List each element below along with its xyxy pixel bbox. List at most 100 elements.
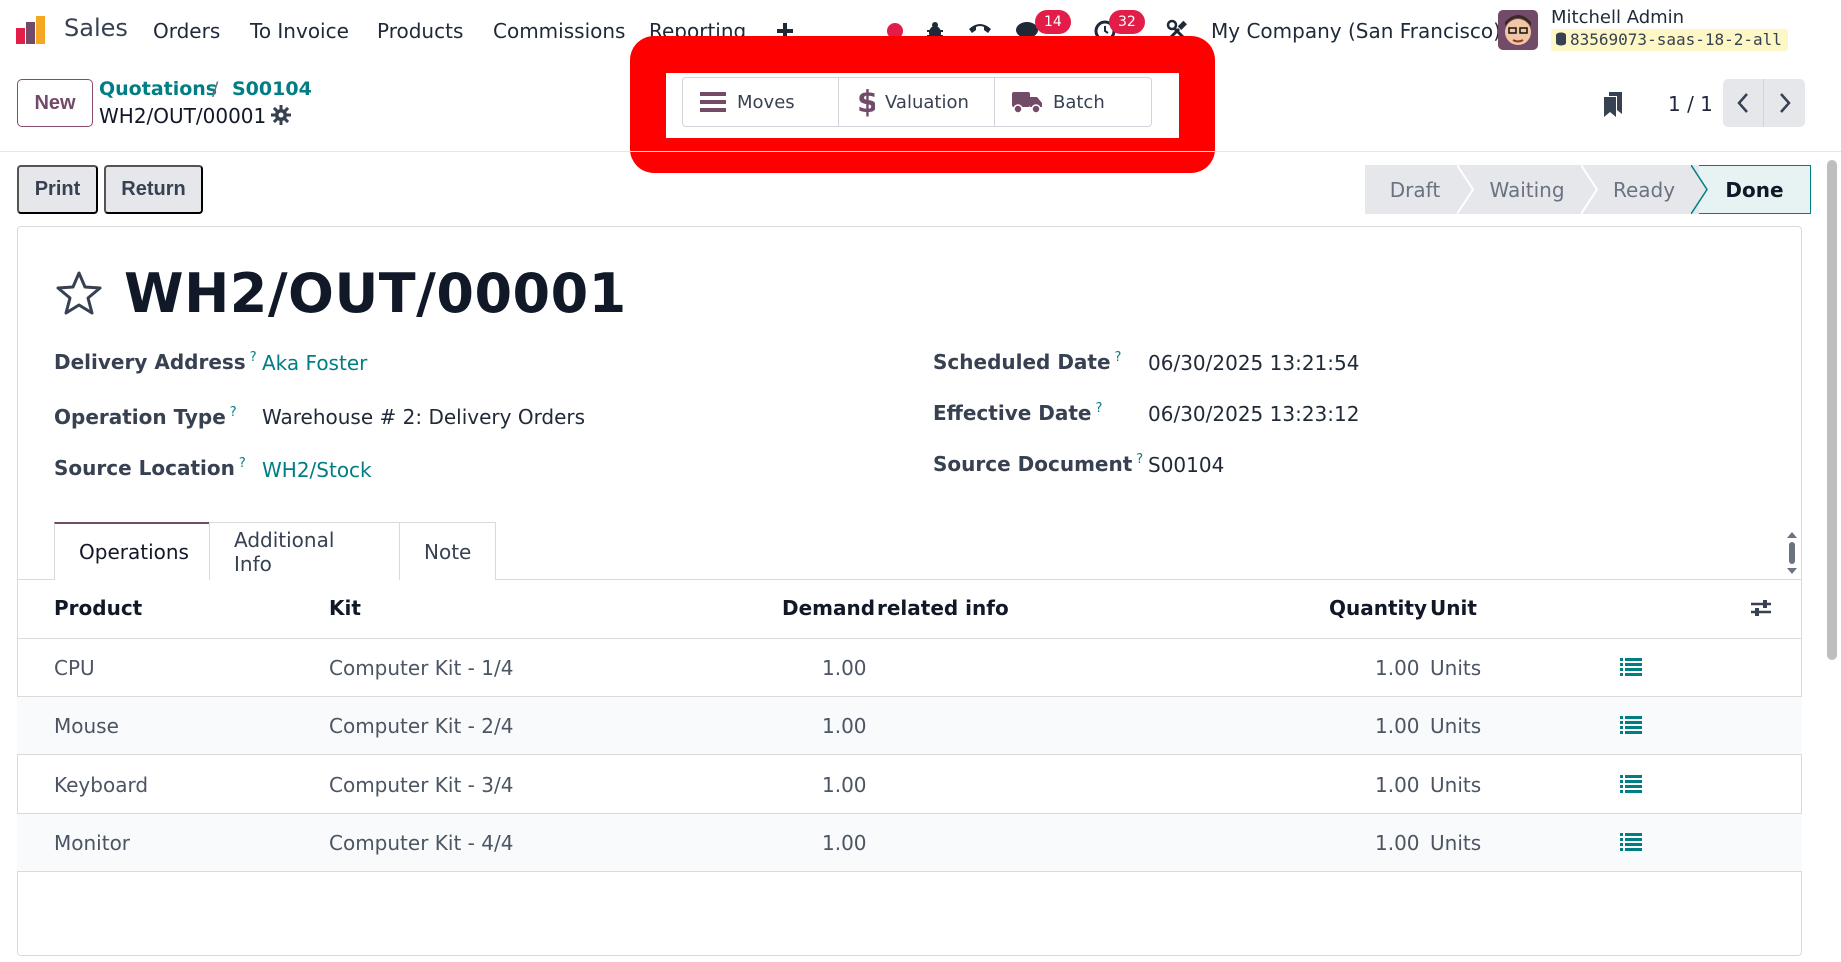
tab-operations[interactable]: Operations: [54, 522, 210, 580]
cell-demand: 1.00: [822, 831, 867, 855]
cell-quantity: 1.00: [1375, 831, 1420, 855]
help-tooltip-icon[interactable]: ?: [1096, 401, 1103, 416]
cell-kit: Computer Kit - 1/4: [329, 656, 514, 680]
batch-label: Batch: [1053, 91, 1105, 113]
cell-unit: Units: [1430, 831, 1482, 855]
gear-icon[interactable]: [270, 104, 292, 126]
menu-commissions[interactable]: Commissions: [493, 19, 625, 43]
effective-date-value: 06/30/2025 13:23:12: [1148, 402, 1360, 426]
inner-scrollbar[interactable]: [1787, 532, 1797, 574]
column-header-kit[interactable]: Kit: [329, 596, 361, 620]
operation-type-value: Warehouse # 2: Delivery Orders: [262, 405, 586, 429]
scheduled-date-value: 06/30/2025 13:21:54: [1148, 351, 1360, 375]
tab-additional-info[interactable]: Additional Info: [209, 522, 400, 580]
page-scrollbar[interactable]: [1827, 160, 1837, 660]
menu-products[interactable]: Products: [377, 19, 463, 43]
source-location-value[interactable]: WH2/Stock: [262, 458, 372, 482]
print-button[interactable]: Print: [17, 165, 98, 214]
details-list-icon[interactable]: [1619, 773, 1643, 795]
app-name[interactable]: Sales: [64, 14, 128, 42]
delivery-address-label-text: Delivery Address: [54, 350, 246, 374]
status-arrow-divider: [1691, 165, 1708, 214]
cell-kit: Computer Kit - 4/4: [329, 831, 514, 855]
column-header-related-info[interactable]: related info: [877, 596, 1009, 620]
optional-columns-icon[interactable]: [1749, 598, 1773, 618]
menu-orders[interactable]: Orders: [153, 19, 220, 43]
cell-product: Keyboard: [54, 773, 149, 797]
source-document-label-text: Source Document: [933, 452, 1133, 476]
status-done[interactable]: Done: [1699, 165, 1811, 214]
status-ready[interactable]: Ready: [1589, 165, 1699, 214]
help-tooltip-icon[interactable]: ?: [1136, 452, 1143, 467]
cell-product: Monitor: [54, 831, 131, 855]
column-header-product[interactable]: Product: [54, 596, 142, 620]
breadcrumb-order[interactable]: S00104: [232, 78, 312, 100]
user-avatar[interactable]: [1498, 10, 1538, 50]
cell-quantity: 1.00: [1375, 656, 1420, 680]
cell-quantity: 1.00: [1375, 773, 1420, 797]
delivery-address-value[interactable]: Aka Foster: [262, 351, 367, 375]
pager-next-button[interactable]: [1764, 79, 1805, 127]
moves-smart-button[interactable]: Moves: [683, 78, 839, 126]
column-header-quantity[interactable]: Quantity: [1329, 596, 1427, 620]
batch-smart-button[interactable]: Batch: [995, 78, 1151, 126]
new-button[interactable]: New: [17, 79, 93, 127]
user-name[interactable]: Mitchell Admin: [1551, 7, 1684, 28]
breadcrumb-separator: /: [212, 78, 219, 100]
help-tooltip-icon[interactable]: ?: [250, 350, 257, 365]
source-document-label: Source Document?: [933, 452, 1143, 476]
dollar-icon: $: [857, 86, 875, 118]
scheduled-date-label: Scheduled Date?: [933, 350, 1121, 374]
help-tooltip-icon[interactable]: ?: [239, 456, 246, 471]
record-title: WH2/OUT/00001: [124, 262, 627, 325]
status-draft[interactable]: Draft: [1365, 165, 1465, 214]
control-panel-divider: [0, 151, 1841, 152]
list-bars-icon: [700, 92, 726, 112]
cell-product: Mouse: [54, 714, 119, 738]
svg-text:$: $: [857, 86, 875, 118]
sales-app-icon[interactable]: [14, 14, 50, 46]
operation-type-label-text: Operation Type: [54, 405, 226, 429]
star-icon[interactable]: [54, 270, 104, 316]
row-divider: [17, 754, 1802, 755]
row-divider: [17, 871, 1802, 872]
chevron-right-icon: [1779, 93, 1791, 113]
menu-to-invoice[interactable]: To Invoice: [250, 19, 349, 43]
cell-quantity: 1.00: [1375, 714, 1420, 738]
pager-buttons: [1723, 79, 1805, 127]
activities-badge: 32: [1109, 10, 1145, 34]
bookmark-icon[interactable]: [1602, 90, 1626, 118]
details-list-icon[interactable]: [1619, 831, 1643, 853]
status-arrow-divider: [1457, 165, 1475, 214]
source-location-label-text: Source Location: [54, 456, 235, 480]
chevron-left-icon: [1737, 93, 1748, 113]
breadcrumb-current-record: WH2/OUT/00001: [99, 104, 267, 128]
column-header-demand[interactable]: Demand: [782, 596, 875, 620]
help-tooltip-icon[interactable]: ?: [1115, 350, 1122, 365]
cell-unit: Units: [1430, 714, 1482, 738]
pager-previous-button[interactable]: [1723, 79, 1764, 127]
details-list-icon[interactable]: [1619, 656, 1643, 678]
cell-demand: 1.00: [822, 656, 867, 680]
column-header-unit[interactable]: Unit: [1430, 596, 1477, 620]
cell-unit: Units: [1430, 773, 1482, 797]
cell-unit: Units: [1430, 656, 1482, 680]
truck-icon: [1012, 92, 1042, 114]
status-waiting[interactable]: Waiting: [1465, 165, 1589, 214]
details-list-icon[interactable]: [1619, 714, 1643, 736]
breadcrumb-quotations[interactable]: Quotations: [99, 78, 217, 100]
row-background: [17, 697, 1802, 754]
company-switcher[interactable]: My Company (San Francisco): [1211, 19, 1501, 43]
tab-note[interactable]: Note: [399, 522, 496, 580]
status-bar: Draft Waiting Ready Done: [1365, 165, 1811, 214]
pager-value[interactable]: 1 / 1: [1668, 92, 1713, 116]
valuation-smart-button[interactable]: $ Valuation: [839, 78, 995, 126]
help-tooltip-icon[interactable]: ?: [230, 405, 237, 420]
cell-product: CPU: [54, 656, 95, 680]
return-button[interactable]: Return: [104, 165, 203, 214]
row-background: [17, 814, 1802, 871]
smart-buttons: Moves $ Valuation Batch: [682, 77, 1152, 127]
cell-demand: 1.00: [822, 714, 867, 738]
source-location-label: Source Location?: [54, 456, 246, 480]
effective-date-label-text: Effective Date: [933, 401, 1092, 425]
